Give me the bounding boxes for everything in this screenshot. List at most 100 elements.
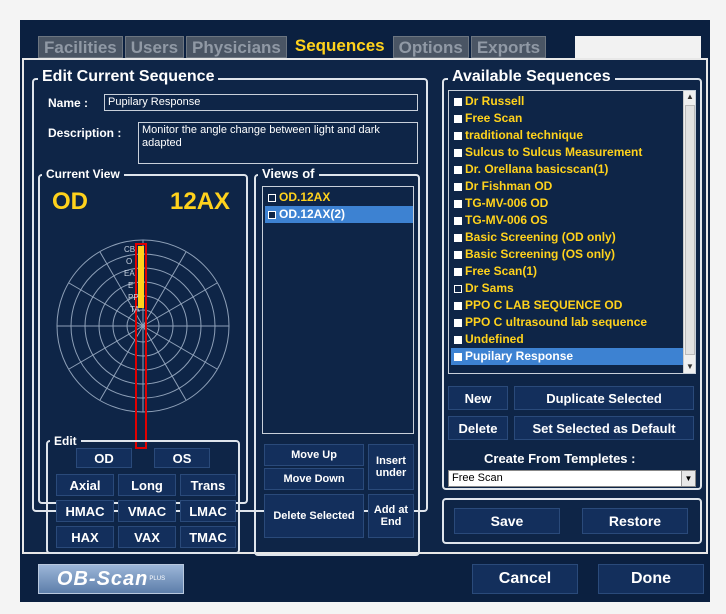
add-at-end-button[interactable]: Add at End — [368, 494, 414, 538]
view-item-checkbox[interactable] — [268, 211, 276, 219]
chevron-down-icon[interactable]: ▼ — [681, 471, 695, 486]
move-up-button[interactable]: Move Up — [264, 444, 364, 466]
polar-label-ta: TA — [130, 305, 140, 314]
sequence-checkbox[interactable] — [454, 302, 462, 310]
tab-sequences[interactable]: Sequences — [288, 32, 391, 58]
save-button[interactable]: Save — [454, 508, 560, 534]
sequence-checkbox[interactable] — [454, 234, 462, 242]
view-item[interactable]: OD.12AX(2) — [265, 206, 413, 223]
sequence-checkbox[interactable] — [454, 183, 462, 191]
name-field[interactable]: Pupilary Response — [104, 94, 418, 111]
sequence-label: Basic Screening (OS only) — [465, 247, 616, 261]
sequences-scrollbar[interactable]: ▲ ▼ — [683, 91, 695, 373]
polar-label-cb: CB — [124, 245, 135, 254]
sequence-label: TG-MV-006 OS — [465, 213, 548, 227]
sequence-list-item[interactable]: Dr. Orellana basicscan(1) — [451, 161, 683, 178]
name-label: Name : — [48, 96, 89, 110]
ob-scan-logo: OB-Scan PLUS — [38, 564, 184, 594]
new-button[interactable]: New — [448, 386, 508, 410]
sequence-checkbox[interactable] — [454, 98, 462, 106]
description-field[interactable]: Monitor the angle change between light a… — [138, 122, 418, 164]
sequence-checkbox[interactable] — [454, 268, 462, 276]
restore-button[interactable]: Restore — [582, 508, 688, 534]
os-button[interactable]: OS — [154, 448, 210, 468]
vax-button[interactable]: VAX — [118, 526, 176, 548]
duplicate-selected-button[interactable]: Duplicate Selected — [514, 386, 694, 410]
sequence-label: Free Scan(1) — [465, 264, 538, 278]
tmac-button[interactable]: TMAC — [180, 526, 236, 548]
sequence-checkbox[interactable] — [454, 319, 462, 327]
delete-selected-button[interactable]: Delete Selected — [264, 494, 364, 538]
sequence-checkbox[interactable] — [454, 149, 462, 157]
available-sequences-list[interactable]: ▲ ▼ Dr Russell Free Scan traditional techn… — [448, 90, 696, 374]
view-item-checkbox[interactable] — [268, 194, 276, 202]
sequence-list-item[interactable]: Free Scan — [451, 110, 683, 127]
sequence-list-item[interactable]: Free Scan(1) — [451, 263, 683, 280]
sequence-checkbox[interactable] — [454, 200, 462, 208]
sequence-checkbox[interactable] — [454, 353, 462, 361]
sequence-label: traditional technique — [465, 128, 584, 142]
sequence-list-item[interactable]: Undefined — [451, 331, 683, 348]
settings-window: Facilities Users Physicians Sequences Op… — [20, 20, 710, 602]
axial-button[interactable]: Axial — [56, 474, 114, 496]
edit-sequence-title: Edit Current Sequence — [38, 68, 219, 86]
tab-options[interactable]: Options — [392, 36, 469, 58]
sequence-list-item[interactable]: PPO C ultrasound lab sequence — [451, 314, 683, 331]
long-button[interactable]: Long — [118, 474, 176, 496]
hmac-button[interactable]: HMAC — [56, 500, 114, 522]
done-button[interactable]: Done — [598, 564, 704, 594]
sequence-checkbox[interactable] — [454, 251, 462, 259]
tab-exports[interactable]: Exports — [470, 36, 547, 58]
scroll-up-icon[interactable]: ▲ — [684, 91, 695, 103]
sequence-label: Dr Russell — [465, 94, 525, 108]
polar-label-e: E — [128, 281, 133, 290]
sequence-list-item[interactable]: Basic Screening (OD only) — [451, 229, 683, 246]
sequence-list-item[interactable]: TG-MV-006 OD — [451, 195, 683, 212]
vmac-button[interactable]: VMAC — [118, 500, 176, 522]
view-item-label: OD.12AX — [279, 190, 331, 204]
sequence-list-item[interactable]: PPO C LAB SEQUENCE OD — [451, 297, 683, 314]
sequence-list-item[interactable]: Dr Fishman OD — [451, 178, 683, 195]
tab-physicians[interactable]: Physicians — [186, 36, 287, 58]
sequence-checkbox[interactable] — [454, 336, 462, 344]
sequence-checkbox[interactable] — [454, 132, 462, 140]
scroll-down-icon[interactable]: ▼ — [684, 361, 695, 373]
delete-button[interactable]: Delete — [448, 416, 508, 440]
current-view-title: Current View — [42, 165, 124, 183]
available-sequences-title: Available Sequences — [448, 68, 615, 86]
sequence-list-item[interactable]: Basic Screening (OS only) — [451, 246, 683, 263]
sequence-label: Free Scan — [465, 111, 523, 125]
lmac-button[interactable]: LMAC — [180, 500, 236, 522]
sequences-panel: Edit Current Sequence Name : Pupilary Re… — [22, 58, 708, 556]
sequence-checkbox[interactable] — [454, 285, 462, 293]
od-button[interactable]: OD — [76, 448, 132, 468]
sequence-list-item[interactable]: TG-MV-006 OS — [451, 212, 683, 229]
tab-users[interactable]: Users — [124, 36, 185, 58]
scan-indicator — [138, 246, 144, 308]
sequence-label: Dr. Orellana basicscan(1) — [465, 162, 609, 176]
sequence-list-item[interactable]: Dr Russell — [451, 93, 683, 110]
sequence-label: Basic Screening (OD only) — [465, 230, 616, 244]
move-down-button[interactable]: Move Down — [264, 468, 364, 490]
view-item-label: OD.12AX(2) — [279, 207, 346, 221]
sequence-list-item[interactable]: traditional technique — [451, 127, 683, 144]
set-default-button[interactable]: Set Selected as Default — [514, 416, 694, 440]
polar-label-o: O — [126, 257, 132, 266]
tab-bar-filler — [575, 36, 701, 58]
trans-button[interactable]: Trans — [180, 474, 236, 496]
views-list[interactable]: OD.12AX OD.12AX(2) — [262, 186, 414, 434]
sequence-checkbox[interactable] — [454, 115, 462, 123]
sequence-checkbox[interactable] — [454, 217, 462, 225]
hax-button[interactable]: HAX — [56, 526, 114, 548]
cancel-button[interactable]: Cancel — [472, 564, 578, 594]
sequence-list-item[interactable]: Sulcus to Sulcus Measurement — [451, 144, 683, 161]
sequence-checkbox[interactable] — [454, 166, 462, 174]
view-item[interactable]: OD.12AX — [265, 189, 413, 206]
sequence-list-item[interactable]: Pupilary Response — [451, 348, 683, 365]
tab-facilities[interactable]: Facilities — [38, 36, 123, 58]
template-select-value: Free Scan — [452, 472, 503, 484]
sequence-list-item[interactable]: Dr Sams — [451, 280, 683, 297]
scroll-thumb[interactable] — [685, 105, 695, 355]
insert-under-button[interactable]: Insert under — [368, 444, 414, 490]
template-select[interactable]: Free Scan ▼ — [448, 470, 696, 487]
